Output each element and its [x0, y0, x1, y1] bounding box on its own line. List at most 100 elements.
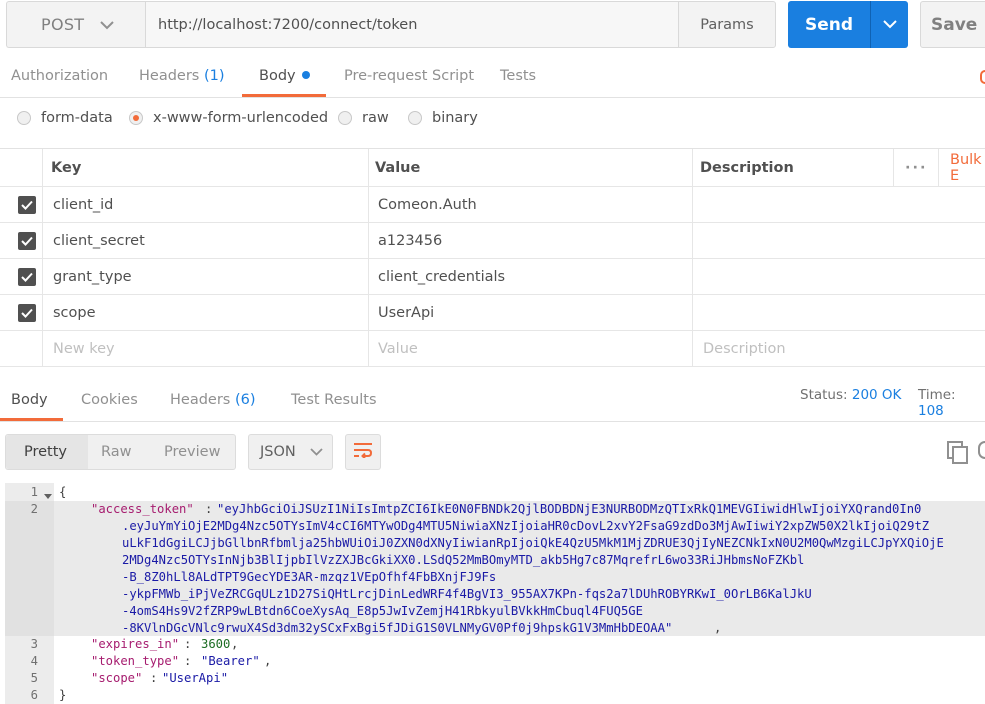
json-colon: :	[205, 502, 213, 516]
json-comma: ,	[231, 637, 239, 651]
time-label: Time:	[918, 387, 956, 403]
row-value[interactable]: a123456	[378, 223, 442, 258]
tab-count: (6)	[234, 392, 256, 408]
table-row-new: New key Value Description	[0, 331, 985, 367]
line-number: 3	[30, 637, 38, 651]
row-key[interactable]: client_id	[53, 187, 113, 222]
method-label: POST	[41, 15, 85, 34]
modified-dot-icon	[301, 71, 310, 79]
row-value[interactable]: client_credentials	[378, 259, 505, 294]
cookies-icon[interactable]	[980, 70, 985, 84]
new-key-input[interactable]: New key	[53, 331, 115, 366]
row-key[interactable]: client_secret	[53, 223, 145, 258]
more-options-icon[interactable]: ···	[905, 149, 928, 186]
row-key[interactable]: scope	[53, 295, 96, 330]
json-string: -ykpFMWb_iPjVeZRCGqULz1D27SiQHtLrcjDinLe…	[122, 587, 812, 601]
method-select[interactable]: POST	[6, 1, 145, 48]
radio-label: form-data	[41, 110, 113, 126]
table-row: client_id Comeon.Auth	[0, 187, 985, 223]
json-string: "UserApi"	[162, 671, 229, 685]
json-open-brace: {	[59, 485, 67, 499]
row-checkbox[interactable]	[18, 187, 36, 222]
wrap-lines-button[interactable]	[345, 434, 381, 470]
row-value[interactable]: Comeon.Auth	[378, 187, 477, 222]
row-value[interactable]: UserApi	[378, 295, 434, 330]
radio-form-data[interactable]: form-data	[17, 110, 113, 126]
mode-pretty[interactable]: Pretty	[24, 444, 67, 460]
table-row: scope UserApi	[0, 295, 985, 331]
chevron-down-icon	[100, 15, 115, 34]
header-description: Description	[700, 159, 794, 176]
new-value-input[interactable]: Value	[378, 331, 418, 366]
send-button[interactable]: Send	[788, 1, 908, 48]
status-label: Status:	[800, 387, 848, 403]
response-tab-test-results[interactable]: Test Results	[291, 392, 377, 408]
line-number: 1	[30, 485, 38, 499]
save-button[interactable]: Save	[920, 1, 985, 48]
response-tab-body[interactable]: Body	[11, 392, 48, 408]
tab-body[interactable]: Body	[259, 68, 310, 84]
tab-label: Headers	[139, 68, 200, 84]
tab-authorization[interactable]: Authorization	[11, 68, 108, 84]
json-key: "scope"	[91, 671, 143, 685]
chevron-down-icon	[310, 444, 323, 460]
status-readout: Status: 200 OK	[800, 387, 901, 403]
url-input[interactable]: http://localhost:7200/connect/token	[145, 1, 679, 48]
row-checkbox[interactable]	[18, 295, 36, 330]
json-string: "Bearer"	[201, 654, 260, 668]
table-header-row: Key Value Description ··· Bulk E	[0, 149, 985, 187]
column-divider	[692, 149, 693, 366]
copy-icon[interactable]	[946, 440, 970, 468]
tab-label: Headers	[170, 392, 231, 408]
divider	[0, 97, 985, 98]
radio-raw[interactable]: raw	[338, 110, 389, 126]
column-divider	[42, 149, 43, 366]
row-key[interactable]: grant_type	[53, 259, 132, 294]
radio-x-www-form-urlencoded[interactable]: x-www-form-urlencoded	[129, 110, 328, 126]
tab-pre-request-script[interactable]: Pre-request Script	[344, 68, 474, 84]
radio-binary[interactable]: binary	[408, 110, 478, 126]
mode-preview[interactable]: Preview	[164, 444, 220, 460]
json-string: 2MDg4Nzc5OTYsInNjb3BlIjpbIlVzZXJBcGkiXX0…	[122, 553, 805, 567]
tab-label: Body	[11, 392, 48, 408]
line-number: 2	[30, 502, 38, 516]
json-close-brace: }	[59, 688, 67, 702]
json-string: -B_8Z0hLl8ALdTPT9GecYDE3AR-mzqz1VEpOfhf4…	[122, 570, 497, 584]
radio-label: raw	[362, 110, 389, 126]
response-tab-headers[interactable]: Headers (6)	[170, 392, 256, 408]
new-description-input[interactable]: Description	[703, 331, 786, 366]
radio-label: x-www-form-urlencoded	[153, 110, 329, 126]
radio-icon	[338, 111, 352, 125]
column-divider	[938, 149, 939, 187]
row-checkbox[interactable]	[18, 223, 36, 258]
tab-headers[interactable]: Headers (1)	[139, 68, 225, 84]
header-value: Value	[375, 159, 421, 176]
bulk-edit-link[interactable]: Bulk E	[950, 149, 985, 186]
status-value: 200 OK	[851, 387, 902, 403]
checkmark-icon	[18, 267, 36, 286]
json-number: 3600	[201, 637, 231, 651]
tab-tests[interactable]: Tests	[500, 68, 536, 84]
json-key: "expires_in"	[91, 637, 180, 651]
line-number: 5	[30, 671, 38, 685]
header-key: Key	[51, 159, 82, 176]
format-select[interactable]: JSON	[248, 434, 333, 470]
divider	[0, 421, 985, 422]
tab-count: (1)	[203, 68, 225, 84]
row-checkbox[interactable]	[18, 259, 36, 294]
json-string: -4omS4Hs9V2fZRP9wLBtdn6CoeXysAq_E8p5JwIv…	[122, 604, 643, 618]
response-body-viewer[interactable]: 1 2 3 4 5 6 { "access_token" : "eyJhbGci…	[0, 483, 985, 704]
mode-raw[interactable]: Raw	[101, 444, 132, 460]
chevron-down-icon[interactable]	[871, 20, 908, 29]
json-key: "access_token"	[91, 502, 194, 516]
response-tab-cookies[interactable]: Cookies	[81, 392, 138, 408]
view-mode-switch: Pretty Raw Preview	[5, 434, 236, 470]
send-label: Send	[804, 14, 854, 35]
search-icon[interactable]	[978, 441, 985, 459]
radio-label: binary	[432, 110, 478, 126]
fold-arrow-icon[interactable]	[44, 489, 52, 503]
json-colon: :	[184, 637, 192, 651]
radio-selected-icon	[129, 111, 143, 125]
column-divider	[368, 149, 369, 366]
params-button[interactable]: Params	[678, 1, 776, 48]
